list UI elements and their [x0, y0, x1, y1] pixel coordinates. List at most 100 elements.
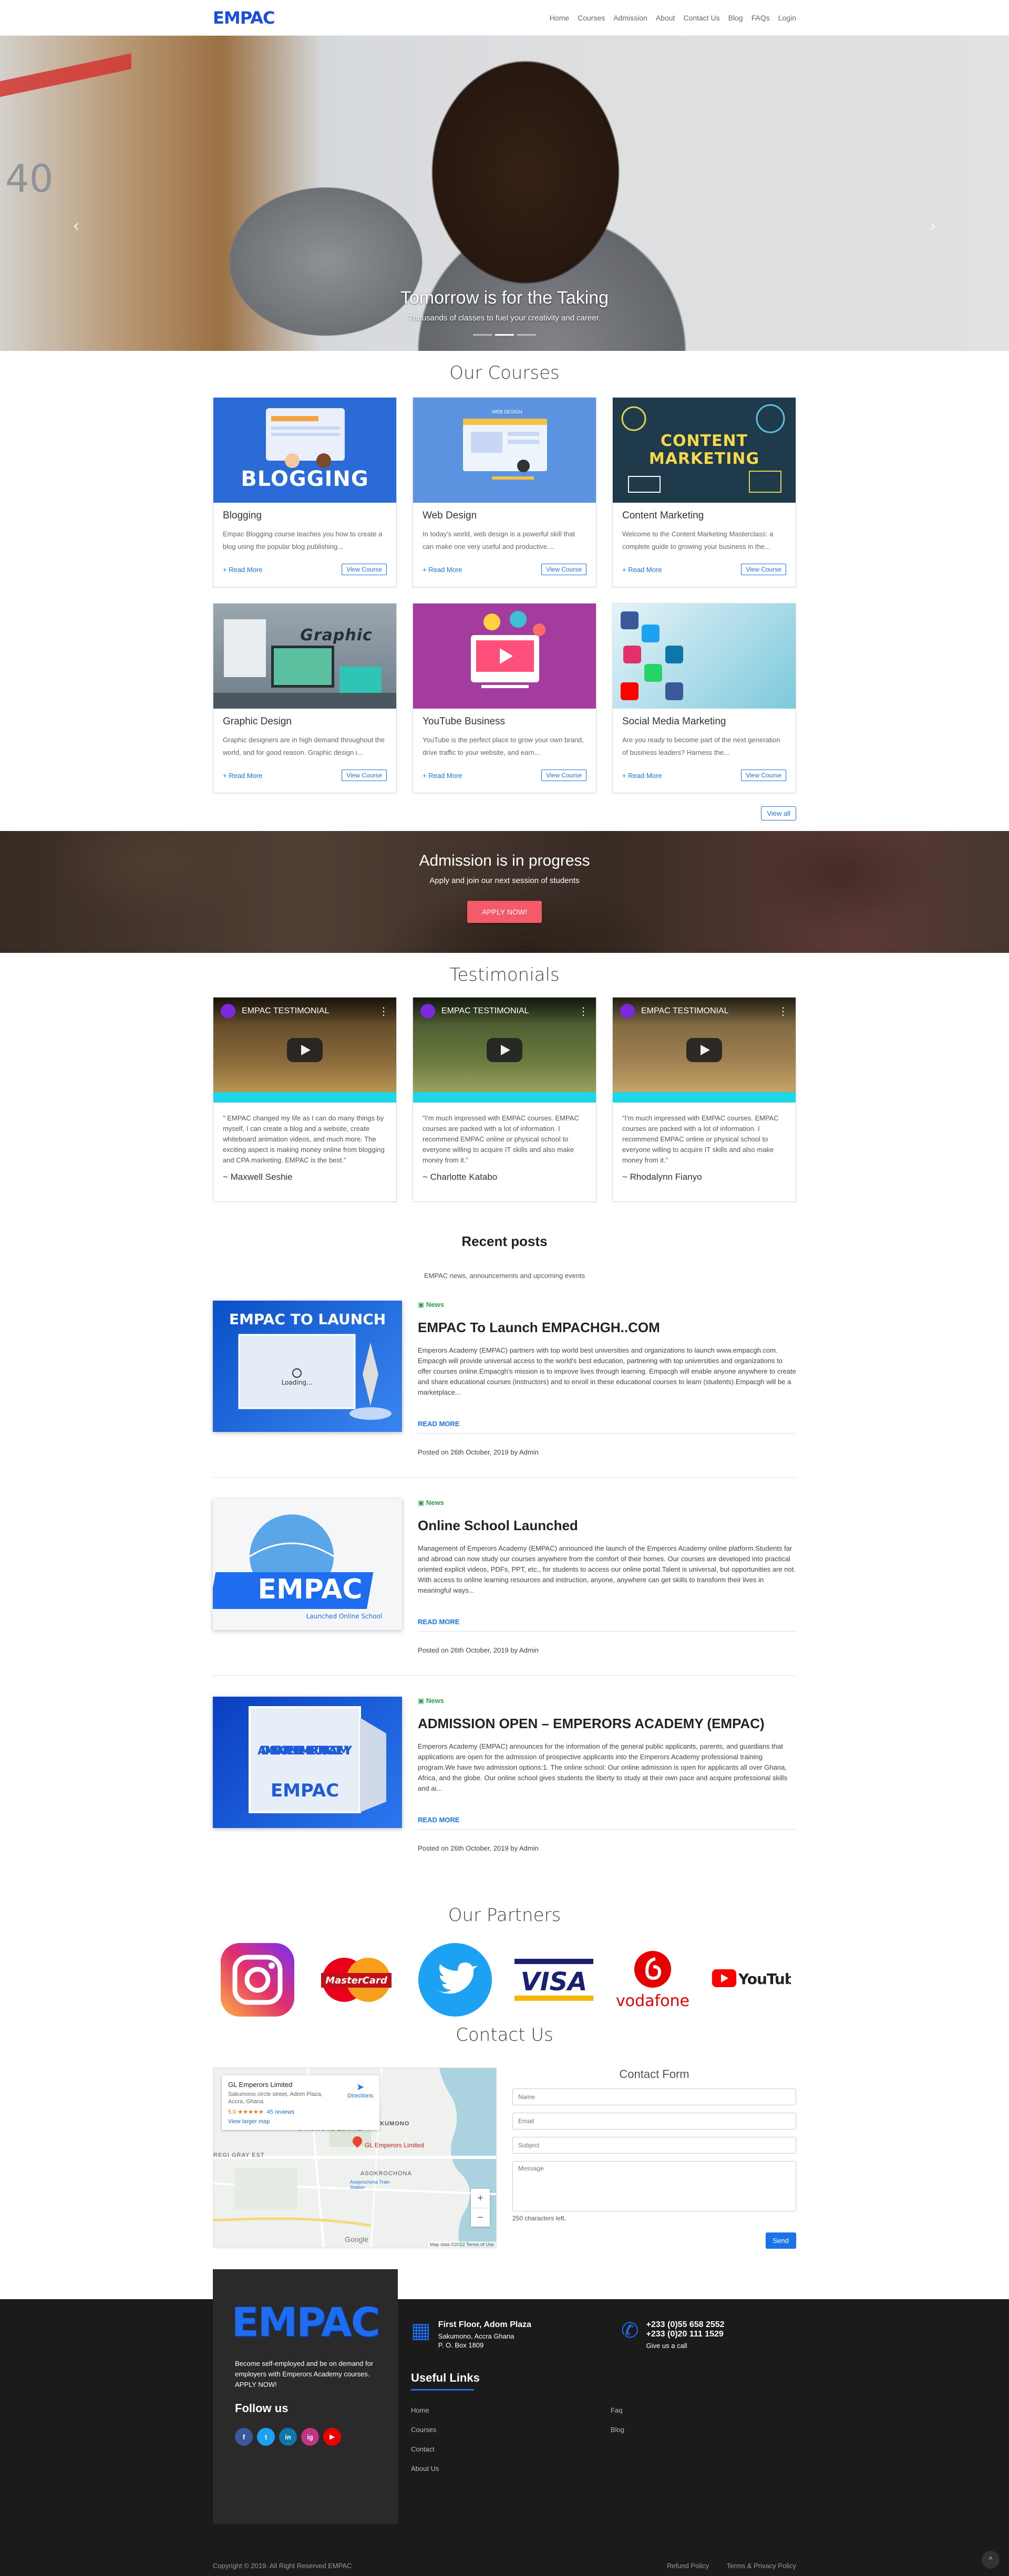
footer-link-contact[interactable]: Contact: [411, 2445, 611, 2453]
nav-item-courses[interactable]: Courses: [578, 14, 605, 22]
facebook-icon[interactable]: f: [235, 2428, 253, 2446]
partner-youtube-logo[interactable]: YouTube: [712, 1964, 791, 1996]
read-more-link[interactable]: + Read More: [622, 566, 662, 574]
footer-link-faq[interactable]: Faq: [611, 2406, 716, 2414]
email-input[interactable]: [512, 2113, 796, 2130]
carousel-dot-active[interactable]: [495, 334, 514, 336]
course-image-web-design[interactable]: WEB DESIGN: [413, 398, 596, 503]
footer-link-about[interactable]: About Us: [411, 2465, 611, 2473]
view-all-courses-button[interactable]: View all: [761, 806, 796, 820]
post-read-more-link[interactable]: READ MORE: [418, 1420, 459, 1428]
footer-logo[interactable]: EMPAC: [231, 2290, 380, 2353]
terms-privacy-link[interactable]: Terms & Privacy Policy: [727, 2562, 796, 2570]
post-read-more-link[interactable]: READ MORE: [418, 1618, 459, 1626]
course-title[interactable]: Social Media Marketing: [622, 716, 786, 728]
course-image-blogging[interactable]: BLOGGING: [213, 398, 396, 503]
course-title[interactable]: Web Design: [423, 510, 586, 522]
testimonial-video[interactable]: EMPAC TESTIMONIAL ⋮: [613, 998, 796, 1103]
post-category[interactable]: ▣ News: [418, 1301, 796, 1309]
view-course-button[interactable]: View Course: [541, 564, 586, 575]
map-reviews-link[interactable]: 45 reviews: [267, 2109, 295, 2115]
twitter-icon[interactable]: t: [257, 2428, 275, 2446]
nav-item-blog[interactable]: Blog: [728, 14, 743, 22]
phone-2[interactable]: +233 (0)20 111 1529: [646, 2330, 725, 2339]
apply-now-button[interactable]: APPLY NOW!: [467, 901, 542, 923]
course-image-youtube-business[interactable]: [413, 604, 596, 709]
send-button[interactable]: Send: [765, 2232, 796, 2249]
zoom-in-icon[interactable]: +: [471, 2189, 490, 2208]
course-image-graphic-design[interactable]: Graphic: [213, 604, 396, 709]
phone-icon: ✆: [621, 2319, 639, 2342]
location-map[interactable]: SAKUMONO ESTATE SAKUMONO REGI GRAY EST A…: [213, 2068, 497, 2248]
phone-1[interactable]: +233 (0)55 658 2552: [646, 2320, 725, 2330]
course-image-social-media[interactable]: [613, 604, 796, 709]
post-read-more-link[interactable]: READ MORE: [418, 1816, 459, 1824]
more-options-icon[interactable]: ⋮: [578, 1005, 589, 1018]
read-more-link[interactable]: + Read More: [423, 772, 462, 780]
post-image[interactable]: EMPAC Launched Online School: [213, 1499, 402, 1630]
post-title[interactable]: Online School Launched: [418, 1518, 796, 1534]
chevron-left-icon[interactable]: ‹: [74, 217, 79, 235]
partner-mastercard-logo[interactable]: MasterCard: [317, 1956, 396, 2003]
back-to-top-icon[interactable]: ^: [982, 2551, 1000, 2569]
footer-brand-box: EMPAC Become self-employed and be on dem…: [213, 2269, 398, 2524]
map-attribution[interactable]: Map data ©2022 Terms of Use: [427, 2241, 496, 2248]
read-more-link[interactable]: + Read More: [622, 772, 662, 780]
view-course-button[interactable]: View Course: [342, 564, 387, 575]
brand-logo[interactable]: EMPAC: [213, 8, 275, 28]
footer-logo-text: EMPAC: [231, 2298, 380, 2345]
message-textarea[interactable]: [512, 2161, 796, 2211]
course-image-content-marketing[interactable]: CONTENT MARKETING: [613, 398, 796, 503]
view-larger-map-link[interactable]: View larger map: [228, 2118, 373, 2125]
testimonial-video[interactable]: EMPAC TESTIMONIAL ⋮: [213, 998, 396, 1103]
nav-item-about[interactable]: About: [656, 14, 675, 22]
play-icon[interactable]: [487, 1038, 522, 1062]
read-more-link[interactable]: + Read More: [423, 566, 462, 574]
footer-link-home[interactable]: Home: [411, 2406, 611, 2414]
subject-input[interactable]: [512, 2137, 796, 2154]
view-course-button[interactable]: View Course: [741, 770, 786, 781]
testimonial-video[interactable]: EMPAC TESTIMONIAL ⋮: [413, 998, 596, 1103]
instagram-icon[interactable]: ig: [301, 2428, 319, 2446]
nav-item-contact[interactable]: Contact Us: [683, 14, 719, 22]
partner-vodafone-logo[interactable]: vodafone: [613, 1946, 692, 2014]
nav-item-faqs[interactable]: FAQs: [751, 14, 770, 22]
course-title[interactable]: Blogging: [223, 510, 387, 522]
partner-visa-logo[interactable]: VISA: [514, 1954, 593, 2006]
play-icon[interactable]: [686, 1038, 722, 1062]
post-category[interactable]: ▣ News: [418, 1697, 796, 1705]
view-course-button[interactable]: View Course: [741, 564, 786, 575]
course-title[interactable]: YouTube Business: [423, 716, 586, 728]
footer-link-blog[interactable]: Blog: [611, 2426, 716, 2434]
post-title[interactable]: ADMISSION OPEN – EMPERORS ACADEMY (EMPAC…: [418, 1716, 796, 1732]
post-image[interactable]: ADMISSION OPENED EMPERORS ACADEMY EMPAC: [213, 1697, 402, 1828]
navbar: EMPAC Home Courses Admission About Conta…: [0, 0, 1009, 36]
nav-item-login[interactable]: Login: [778, 14, 796, 22]
more-options-icon[interactable]: ⋮: [378, 1005, 389, 1018]
partner-instagram-logo[interactable]: [218, 1940, 297, 2019]
read-more-link[interactable]: + Read More: [223, 772, 263, 780]
zoom-out-icon[interactable]: −: [471, 2208, 490, 2227]
post-category[interactable]: ▣ News: [418, 1499, 796, 1507]
course-title[interactable]: Graphic Design: [223, 716, 387, 728]
chevron-right-icon[interactable]: ›: [930, 217, 935, 235]
read-more-link[interactable]: + Read More: [223, 566, 263, 574]
post-image[interactable]: EMPAC TO LAUNCH Loading...: [213, 1301, 402, 1432]
more-options-icon[interactable]: ⋮: [778, 1005, 788, 1018]
view-course-button[interactable]: View Course: [342, 770, 387, 781]
carousel-dot[interactable]: [473, 334, 492, 336]
nav-item-admission[interactable]: Admission: [613, 14, 647, 22]
partner-twitter-logo[interactable]: [416, 1940, 495, 2019]
youtube-icon[interactable]: ▶: [323, 2428, 341, 2446]
footer-link-courses[interactable]: Courses: [411, 2426, 611, 2434]
carousel-dot[interactable]: [517, 334, 536, 336]
linkedin-icon[interactable]: in: [279, 2428, 297, 2446]
course-title[interactable]: Content Marketing: [622, 510, 786, 522]
nav-item-home[interactable]: Home: [550, 14, 569, 22]
refund-policy-link[interactable]: Refund Policy: [667, 2562, 709, 2570]
directions-button[interactable]: ➤ Directions: [347, 2082, 373, 2099]
post-title[interactable]: EMPAC To Launch EMPACHGH..COM: [418, 1320, 796, 1336]
name-input[interactable]: [512, 2089, 796, 2105]
view-course-button[interactable]: View Course: [541, 770, 586, 781]
play-icon[interactable]: [287, 1038, 323, 1062]
